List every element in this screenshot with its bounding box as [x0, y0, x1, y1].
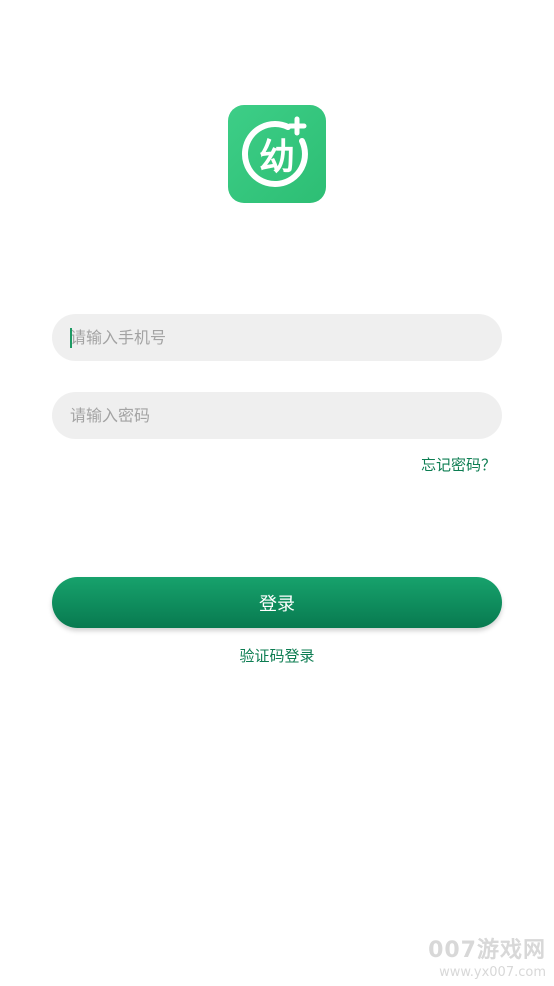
watermark-url: www.yx007.com: [439, 965, 546, 980]
watermark: 007游戏网 www.yx007.com: [428, 932, 546, 980]
password-input[interactable]: [52, 392, 502, 439]
watermark-title: 007游戏网: [428, 938, 546, 963]
text-caret: [70, 328, 72, 348]
phone-input[interactable]: [52, 314, 502, 361]
login-button[interactable]: 登录: [52, 577, 502, 628]
logo-glyph: 幼: [259, 137, 295, 178]
app-logo: 幼: [228, 105, 326, 203]
logo-ring-icon: 幼: [242, 116, 308, 187]
code-login-link[interactable]: 验证码登录: [0, 645, 554, 666]
forgot-password-link[interactable]: 忘记密码？: [421, 454, 496, 475]
